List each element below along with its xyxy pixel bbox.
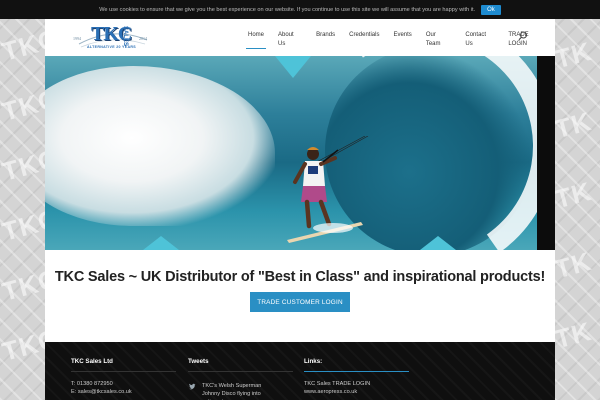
tkc-sales-logo[interactable]: 1994 TKC SALES 2014 ALTERNATIVE 20 YEARS (73, 22, 151, 54)
footer-rule-links (304, 371, 409, 372)
logo-tagline: ALTERNATIVE 20 YEARS (87, 45, 136, 49)
main-navigation: Home About Us Brands Credentials Events … (241, 31, 555, 49)
nav-item-trade-login[interactable]: TRADE LOGIN (501, 31, 555, 47)
footer-email[interactable]: E: sales@tkcsales.co.uk (71, 388, 176, 396)
hero-triangle-top (275, 56, 311, 78)
nav-item-contact-us[interactable]: Contact Us (458, 31, 501, 47)
nav-item-credentials[interactable]: Credentials (342, 31, 386, 43)
footer-links-title: Links: (304, 358, 323, 365)
footer-link-trade-login[interactable]: TKC Sales TRADE LOGIN (304, 380, 409, 388)
site-footer: TKC Sales Ltd T: 01380 872950 E: sales@t… (45, 342, 555, 400)
wave-foam (45, 66, 275, 226)
trade-customer-login-button[interactable]: TRADE CUSTOMER LOGIN (250, 292, 350, 312)
site-header: 1994 TKC SALES 2014 ALTERNATIVE 20 YEARS… (45, 19, 555, 56)
nav-item-events[interactable]: Events (386, 31, 418, 43)
hero-image-surfer (45, 56, 555, 250)
footer-company-title: TKC Sales Ltd (71, 358, 113, 365)
logo-year-end: 2014 (139, 36, 147, 41)
kitesurfer-figure (287, 136, 369, 243)
nav-item-our-team[interactable]: Our Team (419, 31, 459, 47)
tweet-item[interactable]: TKC's Welsh Superman Johnny Disco flying… (188, 382, 293, 400)
page-tagline: TKC Sales ~ UK Distributor of "Best in C… (54, 269, 546, 285)
footer-phone: T: 01380 872950 (71, 381, 113, 387)
nav-item-home[interactable]: Home (241, 31, 271, 49)
logo-year-start: 1994 (73, 36, 81, 41)
hero-dark-edge (537, 56, 555, 250)
cookie-ok-button[interactable]: Ok (481, 4, 501, 15)
nav-item-about-us[interactable]: About Us (271, 31, 309, 47)
footer-rule-tweets (188, 371, 293, 372)
cookie-notice-bar: We use cookies to ensure that we give yo… (0, 0, 600, 19)
footer-tweets-title: Tweets (188, 358, 209, 365)
twitter-bird-icon (188, 383, 196, 390)
search-icon[interactable] (518, 31, 528, 41)
hero-triangle-bottom-left (143, 236, 179, 250)
footer-column-tweets: Tweets TKC's Welsh Superman Johnny Disco… (188, 358, 293, 400)
footer-link-aeropress[interactable]: www.aeropress.co.uk (304, 388, 409, 396)
footer-rule-company (71, 371, 176, 372)
logo-sub-text: SALES (122, 26, 128, 47)
page-container: 1994 TKC SALES 2014 ALTERNATIVE 20 YEARS… (45, 19, 555, 400)
nav-item-brands[interactable]: Brands (309, 31, 342, 43)
tweet-text: TKC's Welsh Superman Johnny Disco flying… (202, 383, 262, 400)
hero-triangle-bottom-right (420, 236, 456, 250)
footer-column-links: Links: TKC Sales TRADE LOGIN www.aeropre… (304, 358, 409, 396)
cookie-message: We use cookies to ensure that we give yo… (99, 6, 476, 13)
footer-column-company: TKC Sales Ltd T: 01380 872950 E: sales@t… (71, 358, 176, 396)
